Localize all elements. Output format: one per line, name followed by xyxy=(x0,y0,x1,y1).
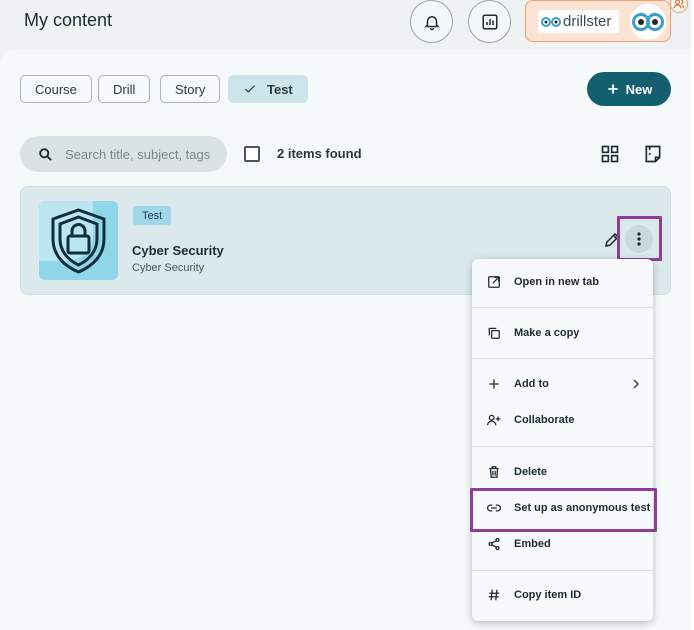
more-options-button[interactable] xyxy=(625,225,653,253)
item-subject: Cyber Security xyxy=(132,262,205,274)
item-type-badge: Test xyxy=(133,206,172,225)
share-icon xyxy=(486,536,502,552)
filter-chip-label: Drill xyxy=(113,81,136,97)
menu-item-label: Collaborate xyxy=(514,414,575,426)
menu-item-label: Add to xyxy=(514,378,549,390)
filter-chip-test[interactable]: Test xyxy=(228,75,308,103)
search-input[interactable] xyxy=(65,146,210,162)
select-all-checkbox[interactable] xyxy=(244,146,260,162)
menu-item-label: Delete xyxy=(514,466,548,478)
menu-item-label: Make a copy xyxy=(514,327,580,339)
add-user-icon xyxy=(486,412,502,428)
brand-name: drillster xyxy=(563,13,612,30)
menu-item-copy-id[interactable]: Copy item ID xyxy=(472,579,653,611)
shared-account-badge xyxy=(670,0,688,13)
grid-view-icon xyxy=(601,145,619,163)
link-icon xyxy=(486,500,502,516)
edit-button[interactable] xyxy=(603,231,621,249)
menu-item-label: Set up as anonymous test xyxy=(514,502,651,514)
menu-item-delete[interactable]: Delete xyxy=(472,456,653,488)
item-thumbnail xyxy=(39,201,118,280)
avatar[interactable] xyxy=(630,4,666,40)
menu-divider xyxy=(472,307,653,308)
grid-view-button[interactable] xyxy=(600,144,620,164)
menu-divider xyxy=(472,446,653,447)
context-menu: Open in new tab Make a copy Add to Colla… xyxy=(472,259,653,621)
brand-logo: drillster xyxy=(538,10,619,33)
users-icon xyxy=(673,0,685,9)
search-box[interactable] xyxy=(20,136,227,172)
menu-item-label: Copy item ID xyxy=(514,589,582,601)
menu-item-add-to[interactable]: Add to xyxy=(472,368,653,400)
bell-icon xyxy=(423,15,440,30)
menu-item-open-new-tab[interactable]: Open in new tab xyxy=(472,266,653,298)
copy-icon xyxy=(486,325,502,341)
filter-chip-label: Test xyxy=(267,81,293,97)
menu-item-make-copy[interactable]: Make a copy xyxy=(472,317,653,349)
plus-icon xyxy=(486,376,502,392)
page-title: My content xyxy=(24,10,113,30)
filter-chip-label: Course xyxy=(35,81,77,97)
menu-item-embed[interactable]: Embed xyxy=(472,528,653,560)
plus-icon xyxy=(607,84,618,94)
menu-divider xyxy=(472,358,653,359)
statistics-button[interactable] xyxy=(468,0,511,43)
drillster-logo-icon xyxy=(541,16,561,27)
account-switcher[interactable]: drillster xyxy=(525,0,688,42)
search-icon xyxy=(39,147,52,161)
notifications-button[interactable] xyxy=(410,0,453,43)
top-bar: My content drillster xyxy=(0,0,694,50)
filter-chip-drill[interactable]: Drill xyxy=(98,75,151,103)
chevron-right-icon xyxy=(633,379,640,389)
list-view-button[interactable] xyxy=(643,144,663,164)
new-button-label: New xyxy=(625,81,653,97)
trash-icon xyxy=(486,464,502,480)
pencil-icon xyxy=(605,232,620,247)
filter-chip-course[interactable]: Course xyxy=(20,75,92,103)
check-icon xyxy=(244,85,256,93)
menu-item-label: Open in new tab xyxy=(514,276,599,288)
results-count: 2 items found xyxy=(277,146,362,161)
external-link-icon xyxy=(486,274,502,290)
shield-lock-icon xyxy=(51,208,106,274)
note-icon xyxy=(645,145,661,163)
menu-item-collaborate[interactable]: Collaborate xyxy=(472,404,653,436)
bar-chart-icon xyxy=(482,14,497,29)
filter-chip-label: Story xyxy=(175,81,206,97)
menu-item-anonymous-test[interactable]: Set up as anonymous test xyxy=(472,492,653,524)
hash-icon xyxy=(486,587,502,603)
menu-item-label: Embed xyxy=(514,538,551,550)
new-button[interactable]: New xyxy=(587,72,671,106)
menu-divider xyxy=(472,570,653,571)
item-title[interactable]: Cyber Security xyxy=(132,243,224,258)
filter-chip-story[interactable]: Story xyxy=(160,75,221,103)
more-vertical-icon xyxy=(637,232,641,246)
owl-avatar-icon xyxy=(632,13,664,31)
